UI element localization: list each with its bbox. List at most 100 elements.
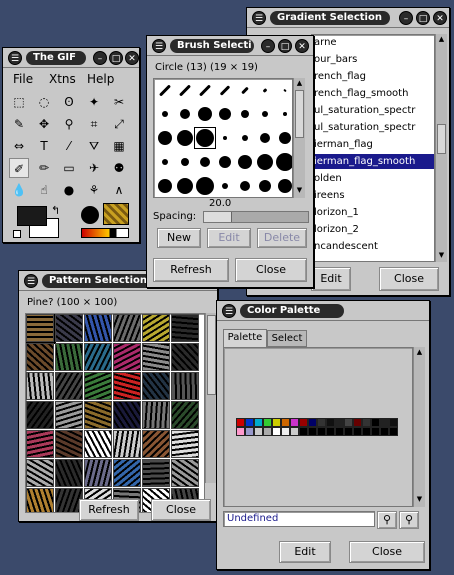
color-swatch[interactable]	[317, 418, 326, 427]
pattern-item[interactable]	[171, 459, 199, 487]
scroll-thumb[interactable]	[295, 90, 304, 138]
menu-xtns[interactable]: Xtns	[49, 72, 76, 86]
pattern-item[interactable]	[171, 372, 199, 400]
color-swatch[interactable]	[389, 418, 398, 427]
brush-item[interactable]	[174, 103, 196, 125]
pattern-item[interactable]	[142, 459, 170, 487]
brush-item[interactable]	[214, 175, 236, 197]
close-icon[interactable]: ✕	[125, 51, 139, 65]
color-swatch[interactable]	[335, 418, 344, 427]
gradient-list-item[interactable]: ierman_flag_smooth	[312, 154, 434, 169]
brush-item[interactable]	[274, 151, 292, 173]
brush-item[interactable]	[154, 103, 176, 125]
measure-icon[interactable]: ∧	[109, 180, 129, 200]
color-swatch[interactable]	[353, 427, 362, 436]
color-swatch[interactable]	[371, 427, 380, 436]
pattern-item[interactable]	[171, 343, 199, 371]
pattern-item[interactable]	[113, 401, 141, 429]
spacing-slider[interactable]	[203, 211, 309, 223]
brush-item[interactable]	[194, 79, 216, 101]
gradient-list[interactable]: arne our_bars rench_flag rench_flag_smooth u…	[311, 34, 435, 262]
close-icon[interactable]: ✕	[295, 39, 309, 53]
brush-refresh-button[interactable]: Refresh	[153, 258, 229, 282]
brush-item[interactable]	[274, 175, 292, 197]
color-swatch[interactable]	[245, 427, 254, 436]
brush-edit-button[interactable]: Edit	[207, 228, 251, 248]
color-picker-icon[interactable]: ⁄	[59, 136, 79, 156]
brush-item[interactable]	[194, 175, 216, 197]
gradient-list-item[interactable]: our_bars	[312, 52, 434, 67]
pattern-item[interactable]	[142, 314, 170, 342]
path-icon[interactable]: ✎	[9, 114, 29, 134]
pattern-item[interactable]	[55, 401, 83, 429]
lasso-icon[interactable]: ʘ	[59, 92, 79, 112]
pattern-item[interactable]	[142, 401, 170, 429]
pattern-item[interactable]	[26, 459, 54, 487]
gradient-indicator-icon[interactable]	[81, 228, 129, 238]
default-colors-icon[interactable]	[13, 230, 21, 238]
brush-item[interactable]	[234, 175, 256, 197]
pattern-item[interactable]	[84, 343, 112, 371]
airbrush-icon[interactable]: ✈	[84, 158, 104, 178]
brush-item[interactable]	[154, 175, 176, 197]
transform-icon[interactable]: ⤢	[109, 114, 129, 134]
brush-scrollbar[interactable]: ▲ ▼	[293, 78, 305, 198]
rect-select-icon[interactable]: ⬚	[9, 92, 29, 112]
menu-file[interactable]: File	[13, 72, 33, 86]
gradient-scrollbar[interactable]: ▲ ▼	[435, 34, 447, 262]
scissors-icon[interactable]: ✂	[109, 92, 129, 112]
brush-item[interactable]	[234, 151, 256, 173]
clone-icon[interactable]: ⚉	[109, 158, 129, 178]
color-swatch[interactable]	[380, 418, 389, 427]
color-swatch[interactable]	[380, 427, 389, 436]
bucket-fill-icon[interactable]: ⛛	[84, 136, 104, 156]
pattern-item[interactable]	[84, 401, 112, 429]
pattern-item[interactable]	[171, 401, 199, 429]
brush-item[interactable]	[174, 127, 196, 149]
minimize-icon[interactable]: –	[93, 51, 107, 65]
gradient-list-item[interactable]: rench_flag	[312, 69, 434, 84]
pattern-close-button[interactable]: Close	[151, 499, 211, 521]
brush-item[interactable]	[174, 79, 196, 101]
brush-grid[interactable]	[153, 78, 293, 198]
gradient-list-item[interactable]: arne	[312, 35, 434, 50]
palette-edit-button[interactable]: Edit	[279, 541, 331, 563]
brush-item[interactable]	[154, 127, 176, 149]
pattern-item[interactable]	[55, 314, 83, 342]
zoom-out-icon[interactable]: ⚲	[399, 511, 419, 529]
smudge-icon[interactable]: ☝	[34, 180, 54, 200]
pattern-item[interactable]	[26, 430, 54, 458]
pattern-item[interactable]	[26, 488, 54, 512]
brush-item[interactable]	[254, 79, 276, 101]
pattern-item[interactable]	[113, 372, 141, 400]
gradient-list-item[interactable]: lorizon_2	[312, 222, 434, 237]
pattern-indicator-icon[interactable]	[103, 203, 129, 225]
pattern-item[interactable]	[142, 430, 170, 458]
move-icon[interactable]: ✥	[34, 114, 54, 134]
maximize-icon[interactable]: □	[109, 51, 123, 65]
gradient-close-button[interactable]: Close	[379, 267, 439, 291]
gradient-list-item[interactable]: ncandescent	[312, 239, 434, 254]
dodge-icon[interactable]: ⚘	[84, 180, 104, 200]
ellipse-select-icon[interactable]: ◌	[34, 92, 54, 112]
gradient-list-item[interactable]: rench_flag_smooth	[312, 86, 434, 101]
color-swatch[interactable]	[362, 427, 371, 436]
window-menu-icon[interactable]: ☰	[152, 39, 166, 53]
blur-icon[interactable]: 💧	[9, 180, 29, 200]
gradient-titlebar[interactable]: ☰ Gradient Selection – □ ✕	[247, 8, 449, 28]
scroll-down-icon[interactable]: ▼	[415, 495, 424, 504]
pattern-item[interactable]	[26, 401, 54, 429]
scroll-thumb[interactable]	[437, 124, 446, 154]
color-swatch[interactable]	[299, 427, 308, 436]
color-swatch[interactable]	[236, 427, 245, 436]
palette-titlebar[interactable]: ☰ Color Palette	[217, 301, 429, 321]
eraser-icon[interactable]: ▭	[59, 158, 79, 178]
brush-item[interactable]	[214, 103, 236, 125]
crop-icon[interactable]: ⌗	[84, 114, 104, 134]
brush-item[interactable]	[274, 79, 292, 101]
color-swatch[interactable]	[263, 418, 272, 427]
brush-item[interactable]	[254, 127, 276, 149]
pattern-item[interactable]	[113, 430, 141, 458]
color-swatch[interactable]	[335, 427, 344, 436]
window-menu-icon[interactable]: ☰	[252, 11, 266, 25]
